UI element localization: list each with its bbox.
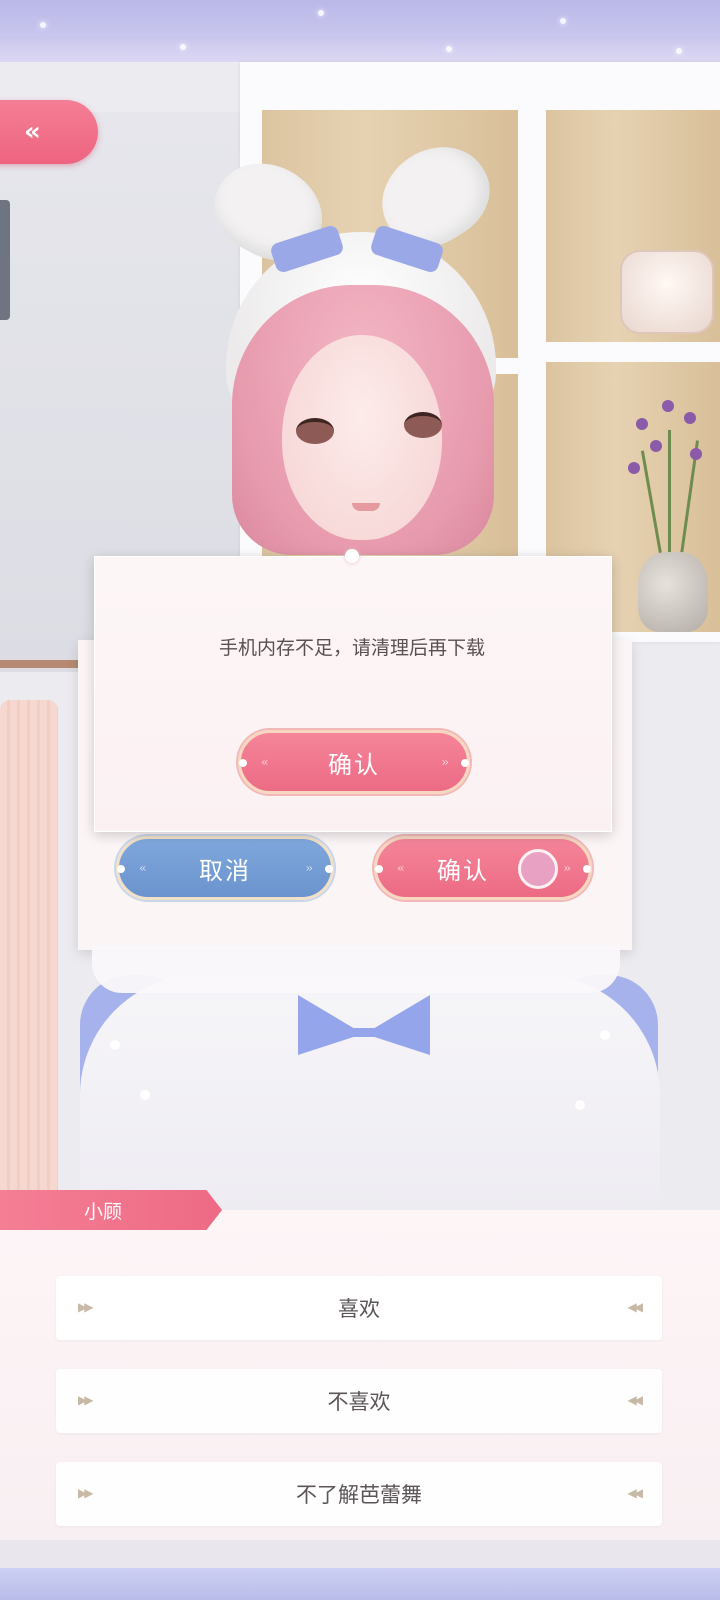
- polka-dot: [110, 1040, 120, 1050]
- chevron-right-icon: ››: [441, 755, 448, 769]
- pill-gem: [325, 865, 333, 873]
- pill-gem: [583, 865, 591, 873]
- polka-dot: [575, 1100, 585, 1110]
- polka-dot: [140, 1090, 150, 1100]
- alert-confirm-button[interactable]: ‹‹ 确认 ››: [238, 730, 470, 794]
- double-chevron-left-icon: «: [24, 117, 41, 147]
- character-mouth: [352, 503, 380, 511]
- speaker-name: 小顾: [83, 1200, 122, 1223]
- jewelry-box: [620, 250, 714, 334]
- rewind-arrow-icon: ◀◀: [627, 1486, 644, 1500]
- flower-icon: [636, 418, 648, 430]
- character-eye: [296, 418, 334, 444]
- underlying-cancel-button[interactable]: ‹‹ 取消 ››: [116, 836, 334, 900]
- play-arrow-icon: ▶▶: [78, 1300, 94, 1314]
- top-frame: [0, 0, 720, 62]
- confirm-label: 确认: [437, 856, 489, 885]
- pill-gem: [239, 759, 247, 767]
- rewind-arrow-icon: ◀◀: [627, 1300, 644, 1314]
- dialogue-option[interactable]: ▶▶ 喜欢 ◀◀: [56, 1276, 662, 1340]
- touch-indicator: [518, 849, 558, 889]
- pill-gem: [461, 759, 469, 767]
- flower-icon: [690, 448, 702, 460]
- play-arrow-icon: ▶▶: [78, 1486, 94, 1500]
- chevron-left-icon: ‹‹: [139, 861, 146, 875]
- alert-message: 手机内存不足，请清理后再下载: [218, 637, 485, 659]
- option-label: 喜欢: [338, 1297, 380, 1321]
- option-label: 不喜欢: [327, 1390, 391, 1414]
- polka-dot: [600, 1030, 610, 1040]
- chevron-right-icon: ››: [305, 861, 312, 875]
- flower-icon: [628, 462, 640, 474]
- pill-gem: [117, 865, 125, 873]
- sparkle-icon: [676, 48, 682, 54]
- chevron-right-icon: ››: [563, 861, 570, 875]
- underlying-confirm-button[interactable]: ‹‹ 确认 ››: [374, 836, 592, 900]
- flower-icon: [684, 412, 696, 424]
- side-handle: [0, 200, 10, 320]
- dialog-gem: [345, 549, 359, 563]
- play-arrow-icon: ▶▶: [78, 1393, 94, 1407]
- option-label: 不了解芭蕾舞: [296, 1483, 422, 1507]
- hanging-sweater: [0, 700, 58, 1190]
- dialogue-option[interactable]: ▶▶ 不了解芭蕾舞 ◀◀: [56, 1462, 662, 1526]
- sparkle-icon: [318, 10, 324, 16]
- sparkle-icon: [180, 44, 186, 50]
- character-eye: [404, 412, 442, 438]
- underlying-dialog-base: [92, 945, 620, 993]
- sparkle-icon: [446, 46, 452, 52]
- rewind-arrow-icon: ◀◀: [627, 1393, 644, 1407]
- sparkle-icon: [560, 18, 566, 24]
- flower-icon: [650, 440, 662, 452]
- confirm-label: 确认: [328, 750, 380, 779]
- chevron-left-icon: ‹‹: [397, 861, 404, 875]
- chevron-left-icon: ‹‹: [261, 755, 268, 769]
- vase: [638, 552, 708, 632]
- pill-gem: [375, 865, 383, 873]
- bottom-frame: [0, 1568, 720, 1600]
- sparkle-icon: [40, 22, 46, 28]
- clothes-rack: [0, 660, 80, 668]
- speaker-name-tag: 小顾: [0, 1190, 222, 1230]
- dialogue-option[interactable]: ▶▶ 不喜欢 ◀◀: [56, 1369, 662, 1433]
- back-button[interactable]: «: [0, 100, 98, 164]
- flower-stem: [668, 430, 671, 555]
- cancel-label: 取消: [199, 856, 251, 885]
- flower-icon: [662, 400, 674, 412]
